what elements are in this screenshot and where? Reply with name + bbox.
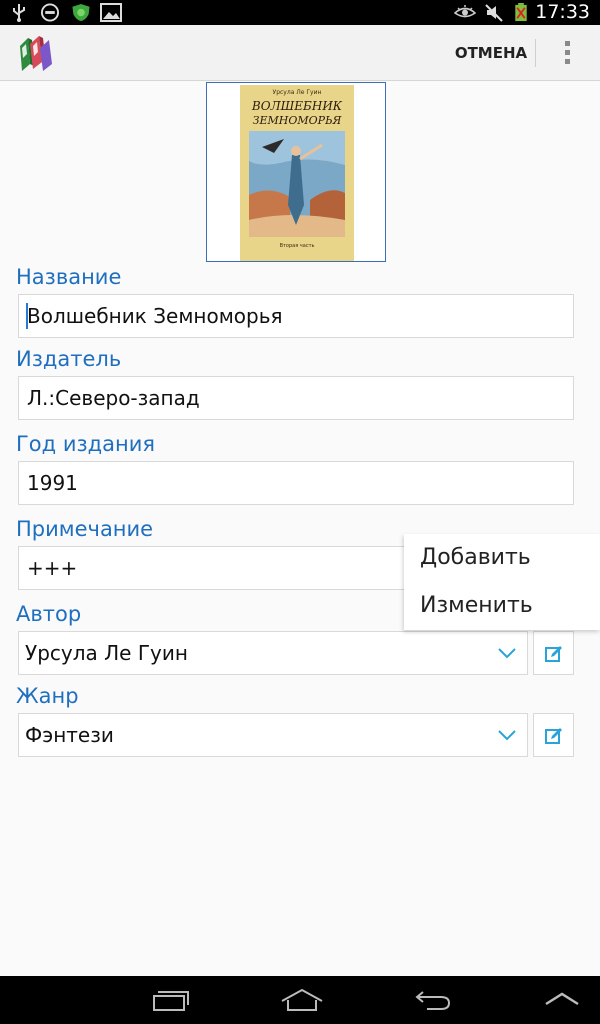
- edit-genre-button[interactable]: [533, 713, 574, 757]
- hide-keyboard-button[interactable]: [522, 976, 600, 1024]
- title-input[interactable]: Волшебник Земноморья: [18, 294, 574, 338]
- title-input-value: Волшебник Земноморья: [27, 304, 283, 328]
- cover-author-text: Урсула Ле Гуин: [273, 89, 322, 96]
- publisher-label: Издатель: [16, 347, 122, 371]
- home-button[interactable]: [260, 976, 340, 1024]
- image-icon: [100, 3, 122, 22]
- cover-title-line2: ЗЕМНОМОРЬЯ: [253, 114, 343, 127]
- shield-icon: [72, 3, 90, 22]
- overflow-menu-icon[interactable]: [552, 39, 582, 67]
- eye-icon: [454, 5, 476, 18]
- edit-author-button[interactable]: [533, 631, 574, 675]
- edit-icon: [545, 646, 562, 662]
- books-logo-icon[interactable]: [16, 34, 58, 72]
- note-input-value: +++: [27, 556, 78, 580]
- author-select-value: Урсула Ле Гуин: [25, 641, 188, 665]
- chevron-down-icon: [498, 648, 516, 659]
- action-bar-divider: [535, 39, 536, 67]
- home-icon: [281, 988, 323, 1011]
- genre-select-value: Фэнтези: [25, 723, 114, 747]
- recent-apps-button[interactable]: [130, 976, 210, 1024]
- book-edit-screen: 17:33 ОТМЕНА Урсула Ле Гуин ВОЛШЕБНИК ЗЕ…: [0, 0, 600, 1024]
- publisher-input[interactable]: Л.:Северо-запад: [18, 376, 574, 420]
- genre-select[interactable]: Фэнтези: [18, 713, 528, 757]
- title-label: Название: [16, 265, 122, 289]
- year-label: Год издания: [16, 432, 156, 456]
- book-cover-image[interactable]: Урсула Ле Гуин ВОЛШЕБНИК ЗЕМНОМОРЬЯ Втор…: [206, 82, 386, 262]
- block-icon: [40, 3, 60, 22]
- author-select[interactable]: Урсула Ле Гуин: [18, 631, 528, 675]
- menu-item-edit[interactable]: Изменить: [420, 582, 596, 630]
- year-input-value: 1991: [27, 471, 78, 495]
- status-bar: 17:33: [0, 0, 600, 25]
- action-bar: ОТМЕНА: [0, 25, 600, 81]
- publisher-input-value: Л.:Северо-запад: [27, 386, 200, 410]
- author-label: Автор: [16, 602, 82, 626]
- text-cursor: [26, 303, 28, 329]
- genre-label: Жанр: [16, 684, 79, 708]
- silent-icon: [485, 4, 503, 22]
- book-cover-art: Урсула Ле Гуин ВОЛШЕБНИК ЗЕМНОМОРЬЯ Втор…: [240, 85, 354, 261]
- back-button[interactable]: [393, 976, 473, 1024]
- note-label: Примечание: [16, 517, 154, 541]
- cancel-button[interactable]: ОТМЕНА: [447, 25, 535, 81]
- chevron-up-icon: [545, 992, 579, 1006]
- status-time: 17:33: [535, 1, 590, 23]
- usb-icon: [13, 4, 25, 22]
- cover-title-line1: ВОЛШЕБНИК: [251, 99, 343, 113]
- chevron-down-icon: [498, 730, 516, 741]
- popup-menu: Добавить Изменить: [404, 534, 600, 630]
- cover-bottom-text: Вторая часть: [280, 243, 315, 249]
- back-icon: [415, 991, 451, 1010]
- edit-icon: [545, 728, 562, 744]
- navigation-bar: [0, 976, 600, 1024]
- year-input[interactable]: 1991: [18, 461, 574, 505]
- menu-item-add[interactable]: Добавить: [420, 534, 596, 582]
- recent-apps-icon: [153, 991, 189, 1011]
- battery-icon: [515, 3, 527, 22]
